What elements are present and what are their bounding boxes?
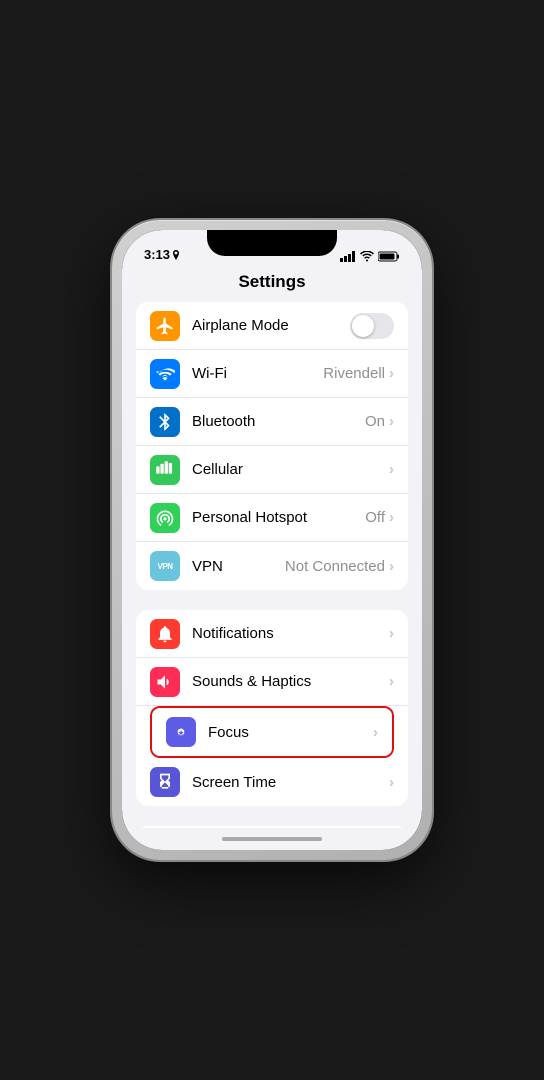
screentime-icon [155,772,175,792]
screentime-icon-bg [150,767,180,797]
time-label: 3:13 [144,247,170,262]
bluetooth-value: On [365,413,385,430]
display-group: General › Control Center › [136,826,408,828]
bluetooth-icon [155,412,175,432]
wifi-status-icon [360,251,374,262]
cellular-icon-bg [150,455,180,485]
phone-frame: 3:13 [112,220,432,860]
hotspot-label: Personal Hotspot [192,509,365,526]
focus-icon-bg [166,717,196,747]
airplane-mode-icon-bg [150,311,180,341]
screentime-row[interactable]: Screen Time › [136,758,408,806]
toggle-thumb [352,315,374,337]
notifications-icon [155,624,175,644]
vpn-value: Not Connected [285,558,385,575]
wifi-label: Wi-Fi [192,365,323,382]
screentime-chevron: › [389,774,394,791]
vpn-row[interactable]: VPN VPN Not Connected › [136,542,408,590]
notifications-row[interactable]: Notifications › [136,610,408,658]
notifications-group: Notifications › Sounds & Haptics › [136,610,408,806]
bluetooth-icon-bg [150,407,180,437]
page-header: Settings [122,268,422,302]
focus-icon [171,722,191,742]
wifi-icon [155,364,175,384]
hotspot-chevron: › [389,509,394,526]
notifications-chevron: › [389,625,394,642]
airplane-mode-row[interactable]: Airplane Mode [136,302,408,350]
status-icons [340,251,400,262]
sounds-chevron: › [389,673,394,690]
hotspot-row[interactable]: Personal Hotspot Off › [136,494,408,542]
phone-inner: 3:13 [122,230,422,850]
settings-content[interactable]: Airplane Mode Wi-Fi Rivendel [122,302,422,828]
sounds-icon [155,672,175,692]
vpn-chevron: › [389,558,394,575]
hotspot-value: Off [365,509,385,526]
bluetooth-chevron: › [389,413,394,430]
notifications-label: Notifications [192,625,389,642]
home-indicator [122,828,422,850]
notifications-icon-bg [150,619,180,649]
cellular-icon [155,460,175,480]
vpn-label: VPN [192,558,285,575]
status-time: 3:13 [144,247,180,262]
hotspot-icon-bg [150,503,180,533]
focus-label: Focus [208,724,373,741]
cellular-label: Cellular [192,461,389,478]
home-bar [222,837,322,841]
airplane-mode-label: Airplane Mode [192,317,350,334]
bluetooth-row[interactable]: Bluetooth On › [136,398,408,446]
vpn-text-icon: VPN [158,562,173,571]
sounds-row[interactable]: Sounds & Haptics › [136,658,408,706]
location-icon [172,250,180,260]
page-title: Settings [238,272,305,291]
screentime-label: Screen Time [192,774,389,791]
sounds-icon-bg [150,667,180,697]
connectivity-group: Airplane Mode Wi-Fi Rivendel [136,302,408,590]
focus-highlight-container: Focus › [150,706,394,758]
cellular-row[interactable]: Cellular › [136,446,408,494]
focus-chevron: › [373,724,378,741]
cellular-chevron: › [389,461,394,478]
focus-row[interactable]: Focus › [152,708,392,756]
bluetooth-label: Bluetooth [192,413,365,430]
hotspot-icon [155,508,175,528]
signal-icon [340,251,356,262]
wifi-row[interactable]: Wi-Fi Rivendell › [136,350,408,398]
sounds-label: Sounds & Haptics [192,673,389,690]
wifi-icon-bg [150,359,180,389]
focus-highlight: Focus › [150,706,394,758]
wifi-chevron: › [389,365,394,382]
screen: 3:13 [122,230,422,850]
airplane-icon [155,316,175,336]
notch [207,230,337,256]
wifi-value: Rivendell [323,365,385,382]
general-row[interactable]: General › [136,826,408,828]
battery-icon [378,251,400,262]
vpn-icon-bg: VPN [150,551,180,581]
airplane-mode-toggle[interactable] [350,313,394,339]
